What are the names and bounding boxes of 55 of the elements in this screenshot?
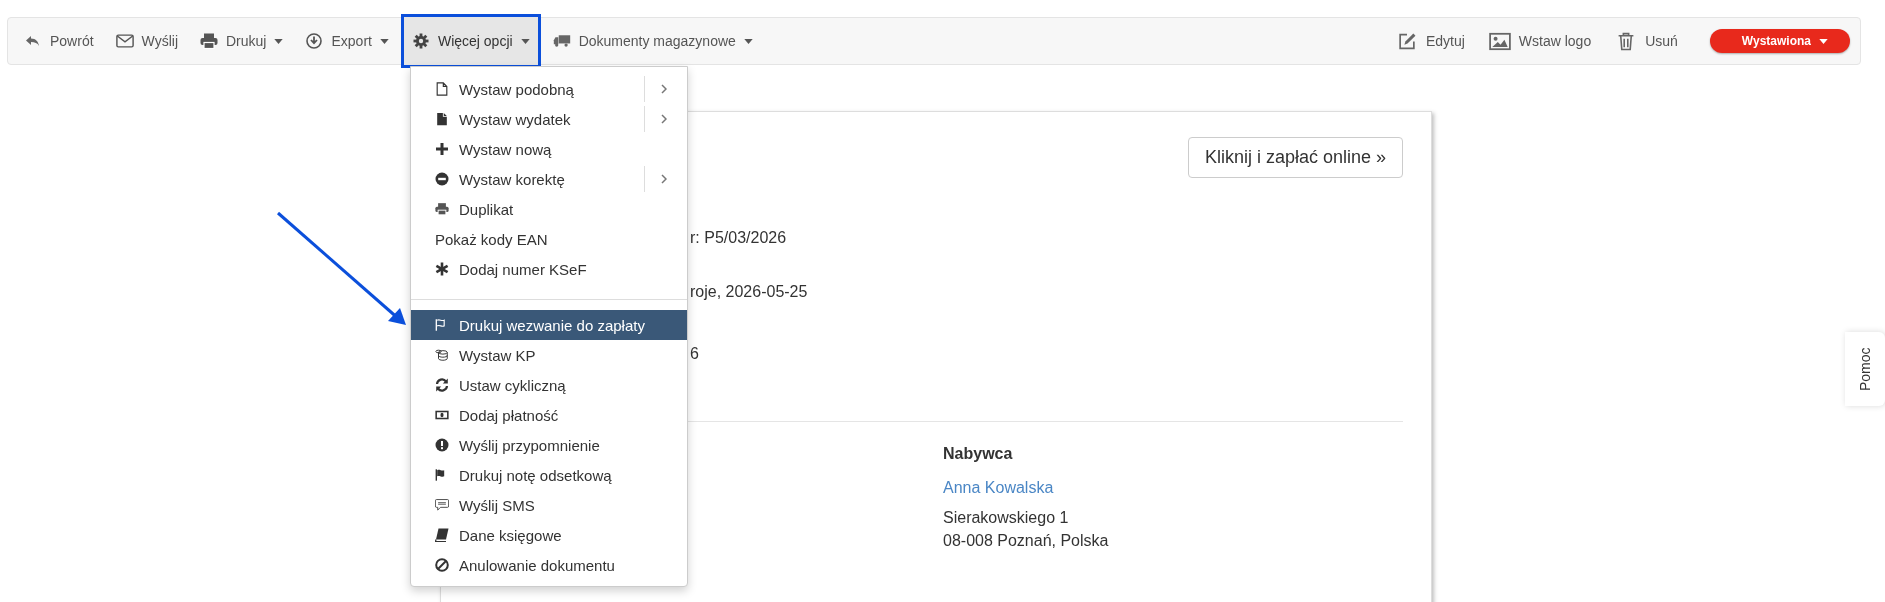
invoice-detail-text: 6 [690,344,699,364]
menu-item[interactable]: Dodaj płatność [411,400,687,430]
menu-item[interactable]: Wyślij przypomnienie [411,430,687,460]
menu-item[interactable]: Wystaw KP [411,340,687,370]
menu-item[interactable]: Wystaw podobną [411,74,687,104]
printer-icon [200,33,218,49]
menu-item[interactable]: Wystaw nową [411,134,687,164]
caret-icon [1819,38,1828,44]
toolbar-button[interactable]: Więcej opcji [400,14,541,68]
menu-item[interactable]: Dodaj numer KSeF [411,254,687,284]
buyer-address-line: 08-008 Poznań, Polska [943,531,1109,551]
download-circle-icon [305,33,324,49]
minus-circle-icon [435,172,449,186]
document-icon [435,112,449,126]
book-icon [435,528,449,542]
menu-item[interactable]: Drukuj notę odsetkową [411,460,687,490]
prohibited-icon [435,558,449,572]
menu-item[interactable]: Ustaw cykliczną [411,370,687,400]
toolbar-button[interactable]: Drukuj [190,21,294,61]
asterisk-icon [435,262,449,276]
refresh-icon [435,378,449,392]
menu-item[interactable]: Wyślij SMS [411,490,687,520]
exclamation-circle-icon [435,438,449,452]
plus-icon [435,142,449,156]
image-icon [1488,31,1511,51]
toolbar-button[interactable]: Dokumenty magazynowe [542,21,763,61]
buyer-name-link[interactable]: Anna Kowalska [943,478,1054,498]
menu-item[interactable]: Duplikat [411,194,687,224]
settings-icon [411,33,430,49]
pay-online-button[interactable]: Kliknij i zapłać online » [1187,137,1403,178]
invoice-detail-text: r: P5/03/2026 [690,228,787,248]
toolbar-button[interactable]: Wyślij [105,21,188,61]
menu-item[interactable]: Drukuj wezwanie do zapłaty [411,310,687,340]
buyer-heading: Nabywca [943,444,1013,464]
banknote-icon [435,408,449,422]
coins-icon [435,348,449,362]
menu-item[interactable]: Wystaw wydatek [411,104,687,134]
toolbar-button[interactable]: Usuń [1605,21,1688,61]
toolbar-button[interactable]: Powrót [14,21,104,61]
envelope-icon [115,33,134,49]
status-dropdown[interactable]: Wystawiona [1709,29,1850,53]
menu-item[interactable]: Anulowanie dokumentu [411,550,687,580]
menu-item[interactable]: Dane księgowe [411,520,687,550]
speech-bubble-icon [435,498,449,512]
menu-item[interactable]: Pokaż kody EAN [411,224,687,254]
toolbar-button[interactable]: Wstaw logo [1478,21,1602,61]
toolbar-button[interactable]: Edytuj [1385,21,1475,61]
truck-icon [552,33,571,49]
printer-icon [435,202,449,216]
invoice-detail-text: roje, 2026-05-25 [690,282,808,302]
menu-item[interactable]: Wystaw korektę [411,164,687,194]
buyer-address-line: Sierakowskiego 1 [943,508,1069,528]
toolbar-button[interactable]: Export [295,21,399,61]
document-icon [435,82,449,96]
help-tab[interactable]: Pomoc [1845,332,1885,406]
